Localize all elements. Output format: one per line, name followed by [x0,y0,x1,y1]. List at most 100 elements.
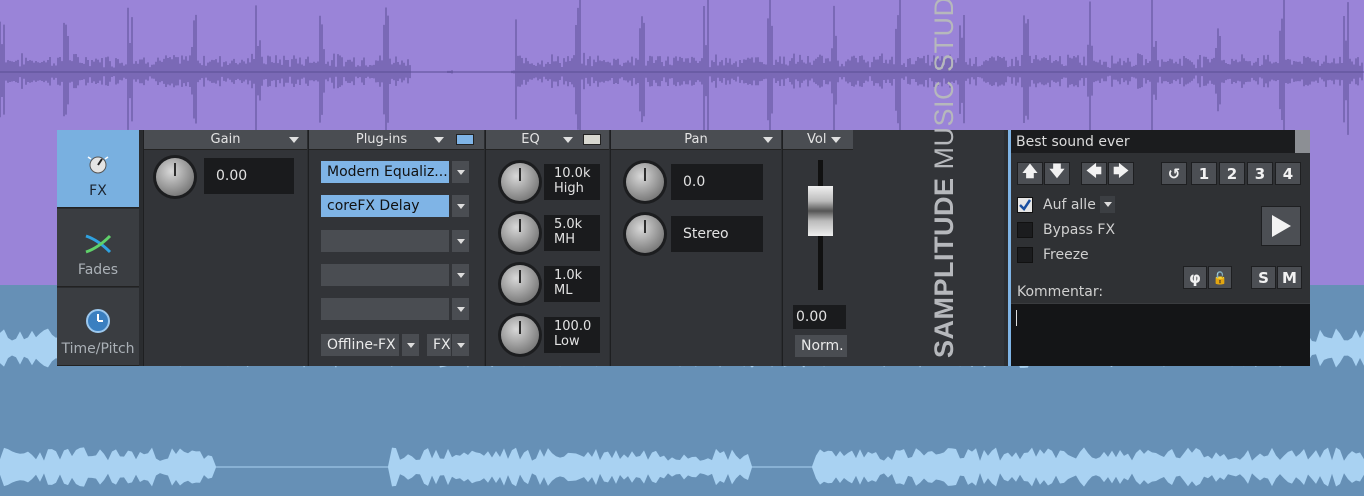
comment-textarea[interactable] [1011,303,1310,366]
down-arrow-button[interactable]: 🡇 [1044,162,1070,185]
eq-high-knob[interactable] [501,163,539,201]
eq-header-label: EQ [521,132,540,147]
preset-2-button[interactable]: 2 [1219,162,1245,185]
vol-header[interactable]: Vol [783,130,853,150]
arrow-up-icon: 🡅 [1022,162,1038,180]
play-button[interactable] [1261,206,1301,246]
up-arrow-button[interactable]: 🡅 [1017,162,1043,185]
plugin-slot-1[interactable]: Modern Equaliz... [321,161,449,183]
gain-value[interactable]: 0.00 [204,158,294,194]
mute-button[interactable]: M [1277,266,1302,289]
tab-time-pitch-label: Time/Pitch [61,341,135,357]
undo-icon: ↺ [1167,164,1181,183]
arrow-left-icon: 🡄 [1086,162,1102,180]
plugin-slot-5-dropdown[interactable] [452,298,469,320]
object-name-field[interactable]: Best sound ever [1011,130,1295,153]
arrow-right-icon: 🡆 [1113,162,1129,180]
plugin-slot-4[interactable] [321,264,449,286]
fades-icon [85,234,112,254]
pan-mode-knob[interactable] [626,215,664,253]
gain-section: Gain 0.00 [143,130,307,366]
pan-value[interactable]: 0.0 [671,164,763,200]
fx-button[interactable]: FX [427,334,451,356]
plugins-color-swatch[interactable] [456,134,474,145]
lock-button[interactable]: 🔓 [1208,266,1232,289]
plugin-slot-5[interactable] [321,298,449,320]
auf-alle-label: Auf alle [1043,197,1096,213]
chevron-down-icon [289,136,299,143]
pan-header[interactable]: Pan [611,130,781,150]
object-info-panel: Best sound ever 🡅 🡇 🡄 🡆 ↺ 1 2 3 4 Auf al… [1008,130,1310,366]
eq-mh-value[interactable]: 5.0k MH [544,215,600,251]
chevron-down-icon [831,136,841,143]
brand-bold: SAMPLITUDE [929,177,959,359]
eq-mh-label: MH [554,232,575,247]
eq-high-freq: 10.0k [554,166,591,181]
tab-fades[interactable]: Fades [57,209,139,287]
eq-low-freq: 100.0 [554,319,592,334]
phase-button[interactable]: φ [1183,266,1207,289]
auf-alle-dropdown[interactable] [1100,196,1115,213]
plugin-slot-2-dropdown[interactable] [452,195,469,217]
vol-value[interactable]: 0.00 [793,305,846,329]
eq-ml-label: ML [554,283,573,298]
chevron-down-icon [434,136,444,143]
eq-header[interactable]: EQ [486,130,609,150]
checkmark-icon [1019,199,1032,211]
pan-mode[interactable]: Stereo [671,216,763,252]
right-arrow-button[interactable]: 🡆 [1108,162,1134,185]
eq-ml-value[interactable]: 1.0k ML [544,266,600,302]
left-arrow-button[interactable]: 🡄 [1081,162,1107,185]
preset-3-button[interactable]: 3 [1247,162,1273,185]
offline-fx-dropdown[interactable] [402,334,419,356]
reset-button[interactable]: ↺ [1161,162,1187,185]
vol-section: Vol 0.00 Norm. [782,130,1004,366]
norm-button[interactable]: Norm. [795,335,847,357]
eq-low-label: Low [554,334,580,349]
plugin-slot-2[interactable]: coreFX Delay [321,195,449,217]
eq-mh-freq: 5.0k [554,217,583,232]
plugin-slot-3[interactable] [321,230,449,252]
eq-low-knob[interactable] [501,316,539,354]
eq-high-label: High [554,181,584,196]
preset-4-button[interactable]: 4 [1275,162,1301,185]
eq-high-value[interactable]: 10.0k High [544,164,600,200]
tab-column: FX Fades Time/Pitch [57,130,142,366]
pan-knob[interactable] [626,163,664,201]
preset-1-button[interactable]: 1 [1191,162,1217,185]
gain-header[interactable]: Gain [144,130,307,150]
brand-logo: SAMPLITUDE MUSIC STUDIO [929,0,960,358]
play-icon [1272,215,1291,237]
plugins-section: Plug-ins Modern Equaliz... coreFX Delay … [308,130,484,366]
chevron-down-icon [563,136,573,143]
scrollbar[interactable] [1295,130,1310,153]
eq-low-value[interactable]: 100.0 Low [544,317,600,353]
tab-fx[interactable]: FX [57,130,139,208]
arrow-down-icon: 🡇 [1049,162,1065,180]
pan-section: Pan 0.0 Stereo [610,130,781,366]
bypass-fx-checkbox[interactable] [1017,222,1033,238]
auf-alle-checkbox[interactable] [1017,197,1033,213]
knob-icon [87,156,109,174]
vol-header-label: Vol [807,132,827,147]
tab-time-pitch[interactable]: Time/Pitch [57,288,139,366]
plugin-slot-4-dropdown[interactable] [452,264,469,286]
eq-color-swatch[interactable] [583,134,601,145]
tab-fades-label: Fades [77,262,119,278]
plugins-header[interactable]: Plug-ins [309,130,484,150]
solo-button[interactable]: S [1251,266,1276,289]
plugin-slot-1-dropdown[interactable] [452,161,469,183]
brand-light: MUSIC STUDIO [929,0,959,178]
clock-icon [86,309,110,333]
fx-dropdown[interactable] [452,334,469,356]
kommentar-label: Kommentar: [1017,284,1104,300]
eq-mh-knob[interactable] [501,214,539,252]
eq-ml-knob[interactable] [501,265,539,303]
pan-header-label: Pan [684,132,708,147]
plugin-slot-3-dropdown[interactable] [452,230,469,252]
vol-fader-handle[interactable] [808,186,833,236]
offline-fx-button[interactable]: Offline-FX [321,334,399,356]
gain-knob[interactable] [156,158,194,196]
eq-ml-freq: 1.0k [554,268,583,283]
freeze-checkbox[interactable] [1017,247,1033,263]
